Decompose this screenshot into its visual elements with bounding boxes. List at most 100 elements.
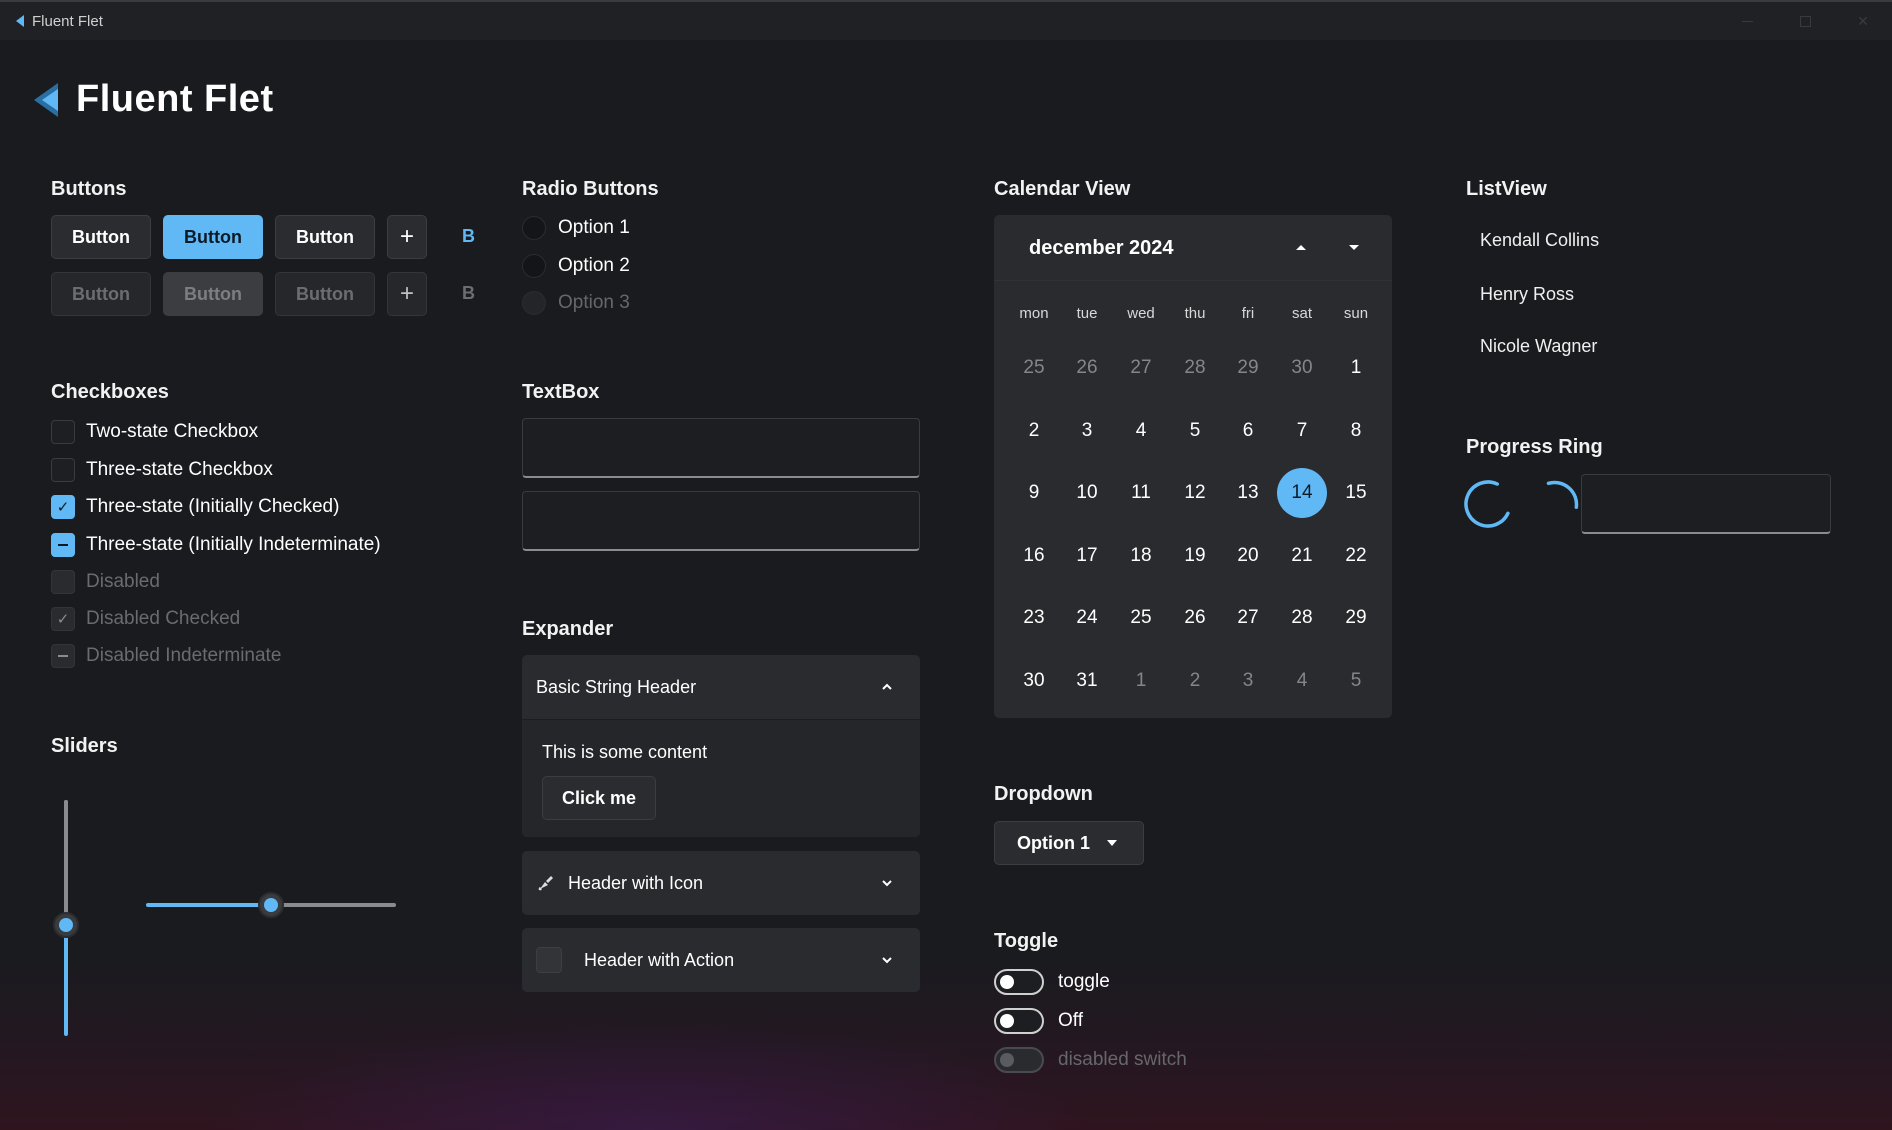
calendar-day[interactable]: 26 [1062, 343, 1112, 393]
calendar-day[interactable]: 27 [1116, 343, 1166, 393]
checkbox-three-state[interactable]: Three-state Checkbox [51, 458, 273, 482]
expander-header-label: Header with Icon [568, 872, 704, 893]
calendar-day[interactable]: 2 [1170, 656, 1220, 706]
checkbox-label: Disabled Indeterminate [86, 645, 282, 666]
calendar-day[interactable]: 7 [1277, 406, 1327, 456]
calendar-day[interactable]: 19 [1170, 531, 1220, 581]
vertical-slider-thumb[interactable] [53, 912, 79, 938]
maximize-button[interactable] [1776, 2, 1834, 40]
calendar-day[interactable]: 5 [1331, 656, 1381, 706]
calendar-day[interactable]: 30 [1277, 343, 1327, 393]
calendar-day[interactable]: 8 [1331, 406, 1381, 456]
calendar-day[interactable]: 3 [1223, 656, 1273, 706]
checkbox-box[interactable] [51, 458, 75, 482]
secondary-button[interactable]: Button [275, 215, 375, 259]
calendar-day[interactable]: 14 [1277, 468, 1327, 518]
expander-header[interactable]: Header with Icon [522, 851, 920, 915]
chevron-down-icon[interactable] [880, 953, 894, 967]
calendar-day[interactable]: 18 [1116, 531, 1166, 581]
checkbox-two-state[interactable]: Two-state Checkbox [51, 420, 258, 444]
horizontal-slider-rail[interactable] [271, 903, 396, 907]
maximize-icon [1799, 15, 1811, 27]
toggle-switch-1[interactable]: toggle [994, 969, 1110, 995]
calendar-day[interactable]: 16 [1009, 531, 1059, 581]
textbox-input-2[interactable] [522, 491, 920, 551]
list-item[interactable]: Henry Ross [1480, 284, 1574, 305]
progress-textbox[interactable] [1581, 474, 1831, 534]
radio-option-2[interactable]: Option 2 [522, 254, 630, 278]
calendar-day[interactable]: 21 [1277, 531, 1327, 581]
calendar-day[interactable]: 11 [1116, 468, 1166, 518]
calendar-day[interactable]: 29 [1223, 343, 1273, 393]
radio-option-1[interactable]: Option 1 [522, 216, 630, 240]
calendar-day[interactable]: 28 [1170, 343, 1220, 393]
calendar-day[interactable]: 12 [1170, 468, 1220, 518]
horizontal-slider-track[interactable] [146, 903, 271, 907]
primary-button[interactable]: Button [163, 215, 263, 259]
checkbox-three-state-indeterminate[interactable]: Three-state (Initially Indeterminate) [51, 533, 381, 557]
list-item[interactable]: Kendall Collins [1480, 230, 1599, 251]
checkbox-box[interactable] [51, 533, 75, 557]
radio-label: Option 3 [558, 292, 630, 313]
add-icon-button[interactable]: + [387, 215, 427, 259]
caret-up-icon[interactable] [1294, 241, 1308, 253]
window-titlebar: Fluent Flet ✕ [0, 0, 1892, 40]
textbox-input-1[interactable] [522, 418, 920, 478]
close-button[interactable]: ✕ [1834, 2, 1892, 40]
calendar-day[interactable]: 25 [1009, 343, 1059, 393]
calendar-month-label[interactable]: december 2024 [1029, 237, 1174, 260]
calendar-day[interactable]: 24 [1062, 593, 1112, 643]
background-glow [0, 960, 1892, 1130]
checkbox-three-state-checked[interactable]: ✓ Three-state (Initially Checked) [51, 495, 339, 519]
calendar-day[interactable]: 9 [1009, 468, 1059, 518]
calendar-day[interactable]: 29 [1331, 593, 1381, 643]
calendar-day[interactable]: 1 [1331, 343, 1381, 393]
expander-action-checkbox[interactable] [536, 947, 562, 973]
calendar-day[interactable]: 13 [1223, 468, 1273, 518]
vertical-slider-rail[interactable] [64, 800, 68, 925]
calendar-day[interactable]: 3 [1062, 406, 1112, 456]
calendar-day[interactable]: 6 [1223, 406, 1273, 456]
calendar-day[interactable]: 30 [1009, 656, 1059, 706]
disabled-primary-button: Button [163, 272, 263, 316]
calendar-day[interactable]: 17 [1062, 531, 1112, 581]
calendar-day[interactable]: 31 [1062, 656, 1112, 706]
calendar-day[interactable]: 10 [1062, 468, 1112, 518]
switch-track[interactable] [994, 1008, 1044, 1034]
textbox-section-title: TextBox [522, 381, 600, 403]
calendar-day[interactable]: 26 [1170, 593, 1220, 643]
expander-header[interactable]: Header with Action [522, 928, 920, 992]
dropdown-select[interactable]: Option 1 [994, 821, 1144, 865]
hyperlink-button[interactable]: B [462, 226, 475, 247]
calendar-day[interactable]: 1 [1116, 656, 1166, 706]
calendar-day[interactable]: 20 [1223, 531, 1273, 581]
checkbox-box[interactable] [51, 420, 75, 444]
calendar-day[interactable]: 25 [1116, 593, 1166, 643]
radio-circle[interactable] [522, 216, 546, 240]
calendar-day[interactable]: 4 [1277, 656, 1327, 706]
switch-track[interactable] [994, 969, 1044, 995]
chevron-up-icon[interactable] [880, 680, 894, 694]
calendar-weekday-label: mon [1019, 305, 1049, 322]
calendar-day[interactable]: 23 [1009, 593, 1059, 643]
expander-header[interactable]: Basic String Header [522, 655, 920, 719]
calendar-day[interactable]: 4 [1116, 406, 1166, 456]
minimize-button[interactable] [1718, 2, 1776, 40]
chevron-down-icon[interactable] [880, 876, 894, 890]
horizontal-slider-thumb[interactable] [258, 892, 284, 918]
radio-circle[interactable] [522, 254, 546, 278]
checkbox-box[interactable]: ✓ [51, 495, 75, 519]
click-me-button[interactable]: Click me [542, 776, 656, 820]
list-item[interactable]: Nicole Wagner [1480, 336, 1597, 357]
expander-header-label: Basic String Header [536, 676, 697, 697]
calendar-day[interactable]: 2 [1009, 406, 1059, 456]
calendar-day[interactable]: 15 [1331, 468, 1381, 518]
standard-button[interactable]: Button [51, 215, 151, 259]
calendar-day[interactable]: 28 [1277, 593, 1327, 643]
toggle-switch-off[interactable]: Off [994, 1008, 1083, 1034]
disabled-hyperlink-button: B [462, 283, 475, 303]
calendar-day[interactable]: 22 [1331, 531, 1381, 581]
caret-down-icon[interactable] [1347, 241, 1361, 253]
calendar-day[interactable]: 5 [1170, 406, 1220, 456]
calendar-day[interactable]: 27 [1223, 593, 1273, 643]
